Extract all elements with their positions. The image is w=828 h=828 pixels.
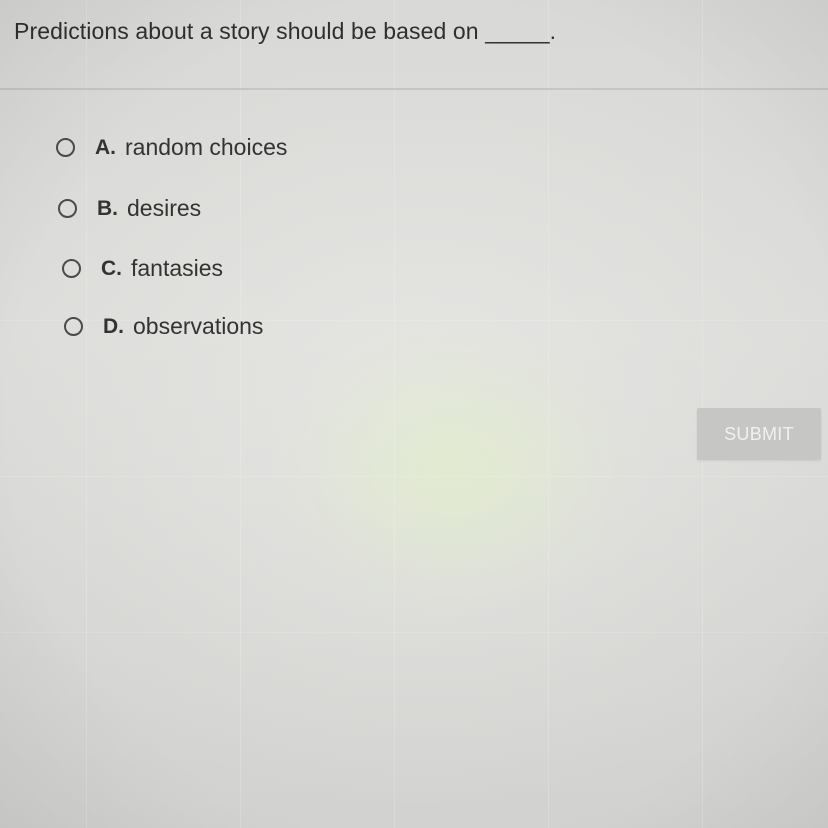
screen-grid-line — [548, 0, 549, 828]
option-text: observations — [133, 313, 264, 339]
screen-grid-line — [0, 476, 828, 477]
screen-grid-line — [0, 632, 828, 633]
radio-button-icon[interactable] — [62, 259, 81, 278]
option-letter: C. — [101, 256, 122, 280]
radio-button-icon[interactable] — [56, 138, 75, 157]
option-d[interactable]: D. observations — [64, 313, 263, 340]
option-a[interactable]: A. random choices — [56, 134, 287, 161]
question-text: Predictions about a story should be base… — [14, 18, 557, 44]
divider — [0, 88, 828, 90]
screen-grid-line — [394, 0, 395, 828]
radio-button-icon[interactable] — [64, 317, 83, 336]
submit-button[interactable]: SUBMIT — [697, 408, 821, 460]
radio-button-icon[interactable] — [58, 199, 77, 218]
option-c[interactable]: C. fantasies — [62, 255, 223, 282]
option-text: random choices — [125, 134, 288, 160]
option-text: fantasies — [131, 255, 224, 281]
option-letter: A. — [95, 135, 116, 159]
option-b[interactable]: B. desires — [58, 195, 201, 222]
option-text: desires — [127, 195, 202, 221]
option-letter: B. — [97, 196, 118, 220]
option-letter: D. — [103, 314, 124, 338]
screen-grid-line — [86, 0, 87, 828]
screen-grid-line — [240, 0, 241, 828]
